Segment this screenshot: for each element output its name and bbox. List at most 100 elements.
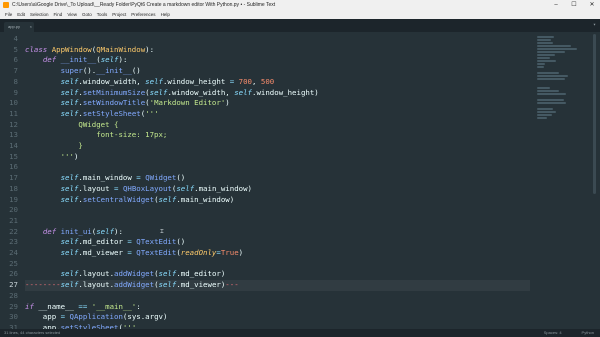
- menu-project[interactable]: Project: [112, 10, 126, 19]
- menu-help[interactable]: Help: [161, 10, 170, 19]
- code-line[interactable]: self.setMinimumSize(self.window_width, s…: [25, 88, 319, 99]
- code-line[interactable]: --------self.layout.addWidget(self.md_vi…: [25, 280, 530, 291]
- code-token: (): [176, 173, 186, 183]
- code-line[interactable]: self.setWindowTitle('Markdown Editor'): [25, 98, 230, 109]
- code-token: self: [60, 280, 79, 290]
- code-line[interactable]: if __name__ == '__main__':: [25, 302, 141, 313]
- tab-list-chevron-icon[interactable]: ▾: [593, 22, 596, 28]
- minimap-line: [537, 99, 564, 101]
- line-number: 19: [9, 194, 18, 204]
- line-number: 17: [9, 173, 18, 183]
- menu-goto[interactable]: Goto: [82, 10, 92, 19]
- code-token: self: [158, 269, 177, 279]
- code-area[interactable]: class AppWindow(QMainWindow): def __init…: [25, 32, 530, 329]
- code-token: .main_window: [78, 173, 137, 183]
- code-token: (): [131, 66, 141, 76]
- menu-find[interactable]: Find: [54, 10, 63, 19]
- code-line[interactable]: }: [25, 141, 83, 152]
- close-icon[interactable]: ✕: [588, 0, 596, 10]
- code-token: setCentralWidget: [82, 194, 155, 204]
- code-token: self: [100, 55, 119, 65]
- tab-close-icon[interactable]: ×: [30, 22, 32, 32]
- vertical-scrollbar[interactable]: [592, 32, 597, 329]
- code-token: QWidget {: [25, 119, 119, 129]
- menu-edit[interactable]: Edit: [17, 10, 25, 19]
- status-indentation[interactable]: Spaces: 4: [544, 329, 562, 337]
- code-token: if: [25, 301, 39, 311]
- code-line[interactable]: '''): [25, 152, 79, 163]
- code-token: 500: [260, 76, 275, 86]
- code-line[interactable]: self.window_width, self.window_height = …: [25, 76, 275, 88]
- code-line[interactable]: font-size: 17px;: [25, 130, 167, 141]
- minimap-line: [537, 42, 553, 44]
- code-token: ): [225, 98, 230, 108]
- code-line[interactable]: self.setStyleSheet(''': [25, 109, 159, 120]
- line-number: 26: [9, 269, 18, 279]
- minimap-line: [537, 108, 553, 110]
- menu-file[interactable]: File: [5, 10, 12, 19]
- code-line[interactable]: QWidget {: [25, 120, 118, 131]
- line-number: 8: [13, 76, 18, 86]
- code-line[interactable]: self.md_viewer = QTextEdit(readOnly=True…: [25, 248, 244, 259]
- code-token: self: [60, 237, 79, 247]
- line-number: 7: [13, 66, 18, 76]
- code-line[interactable]: self.main_window = QWidget(): [25, 173, 186, 184]
- code-token: self: [60, 183, 79, 193]
- line-number: 11: [9, 108, 18, 118]
- code-line[interactable]: def init_ui(self):: [25, 227, 123, 238]
- code-token: ):: [118, 55, 128, 65]
- line-number: 24: [9, 248, 18, 257]
- code-line[interactable]: self.layout.addWidget(self.md_editor): [25, 269, 226, 280]
- scrollbar-thumb[interactable]: [593, 34, 596, 194]
- code-token: setStyleSheet: [82, 108, 141, 118]
- tab-bar: app.py × ▾: [0, 19, 600, 32]
- code-line[interactable]: def __init__(self):: [25, 55, 128, 66]
- code-token: --------: [25, 280, 61, 290]
- code-token: (): [176, 237, 186, 247]
- line-number: 16: [9, 162, 18, 172]
- code-token: self: [60, 108, 79, 118]
- minimap-line: [537, 63, 545, 65]
- code-editor[interactable]: 4 5 6 7 8 9 10 11 12 13 14 15 16 17 18 19 20 21 22 23 24 25 26…: [0, 32, 600, 329]
- minimap[interactable]: [535, 32, 590, 329]
- code-token: self: [96, 226, 115, 236]
- minimap-line: [537, 66, 545, 68]
- code-token: ,: [252, 76, 261, 86]
- code-line[interactable]: self.md_editor = QTextEdit(): [25, 237, 186, 248]
- tab-app-py[interactable]: app.py ×: [4, 22, 34, 32]
- code-line[interactable]: class AppWindow(QMainWindow):: [25, 45, 154, 56]
- menu-preferences[interactable]: Preferences: [131, 10, 155, 19]
- code-token: .main_window): [194, 183, 253, 193]
- code-token: .window_width,: [78, 76, 146, 86]
- line-number: 29: [9, 301, 18, 311]
- code-line[interactable]: self.layout = QHBoxLayout(self.main_wind…: [25, 184, 252, 195]
- code-line[interactable]: self.setCentralWidget(self.main_window): [25, 194, 235, 206]
- menu-view[interactable]: View: [67, 10, 77, 19]
- code-token: .layout.: [78, 269, 115, 279]
- line-number: 23: [9, 237, 18, 247]
- status-syntax[interactable]: Python: [582, 329, 594, 337]
- code-line[interactable]: super().__init__(): [25, 66, 141, 77]
- line-number: 14: [9, 141, 18, 150]
- code-token: .layout.: [78, 280, 115, 290]
- code-token: self: [176, 183, 195, 193]
- maximize-icon[interactable]: ☐: [570, 0, 578, 10]
- code-token: .md_viewer): [176, 280, 226, 290]
- line-number: 4: [13, 34, 18, 43]
- code-token: ().: [82, 66, 97, 76]
- menu-selection[interactable]: Selection: [30, 10, 49, 19]
- minimize-icon[interactable]: –: [552, 0, 560, 10]
- line-number: 20: [9, 205, 18, 215]
- line-number: 28: [9, 290, 18, 300]
- status-selection-info: 31 lines, 44 characters selected: [4, 330, 61, 335]
- menu-tools[interactable]: Tools: [97, 10, 108, 19]
- code-token: ):: [114, 226, 123, 236]
- code-line[interactable]: app = QApplication(sys.argv): [25, 312, 168, 323]
- code-token: }: [25, 141, 83, 150]
